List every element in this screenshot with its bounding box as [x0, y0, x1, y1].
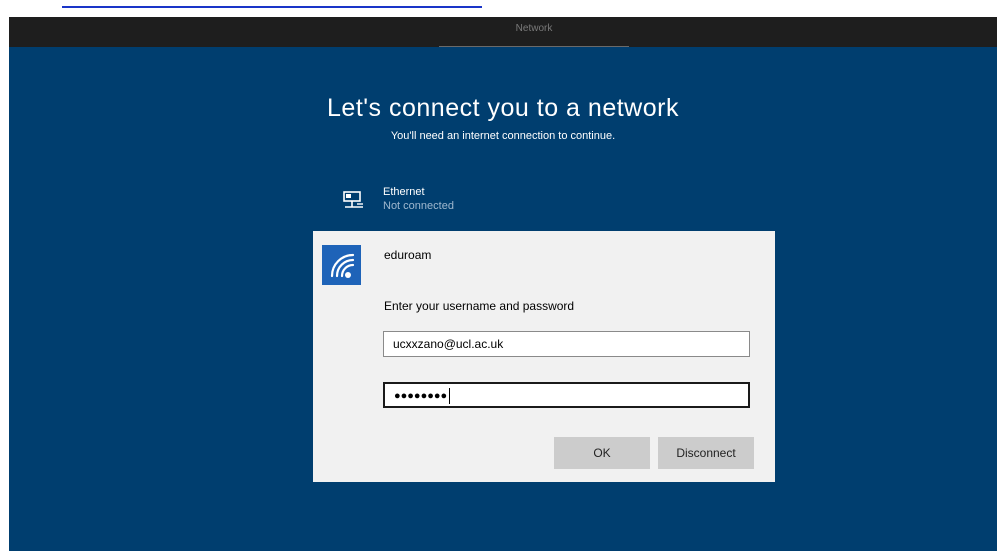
ethernet-icon	[343, 191, 365, 211]
hyperlink-underline	[62, 6, 482, 8]
network-name: eduroam	[384, 248, 432, 262]
disconnect-button[interactable]: Disconnect	[658, 437, 754, 469]
ethernet-status: Not connected	[383, 200, 454, 212]
credentials-prompt: Enter your username and password	[384, 299, 575, 313]
document-header-strip	[0, 0, 997, 17]
wifi-network-panel: eduroam Enter your username and password…	[313, 231, 775, 482]
username-field[interactable]: ucxxzano@ucl.ac.uk	[383, 331, 750, 357]
ok-button[interactable]: OK	[554, 437, 650, 469]
wifi-icon	[322, 245, 361, 285]
oobe-screen: Network Let's connect you to a network Y…	[9, 17, 997, 551]
window-title: Network	[515, 23, 553, 34]
ethernet-item[interactable]: Ethernet Not connected	[343, 186, 543, 218]
username-value: ucxxzano@ucl.ac.uk	[393, 337, 504, 351]
title-underline	[439, 46, 629, 47]
password-field[interactable]: ●●●●●●●●	[383, 382, 750, 408]
text-caret	[449, 387, 451, 404]
title-bar: Network	[9, 17, 997, 47]
page-title: Let's connect you to a network	[327, 94, 679, 122]
page-subtitle: You'll need an internet connection to co…	[390, 130, 616, 142]
ethernet-label: Ethernet	[383, 186, 425, 198]
password-mask: ●●●●●●●●	[394, 390, 448, 402]
